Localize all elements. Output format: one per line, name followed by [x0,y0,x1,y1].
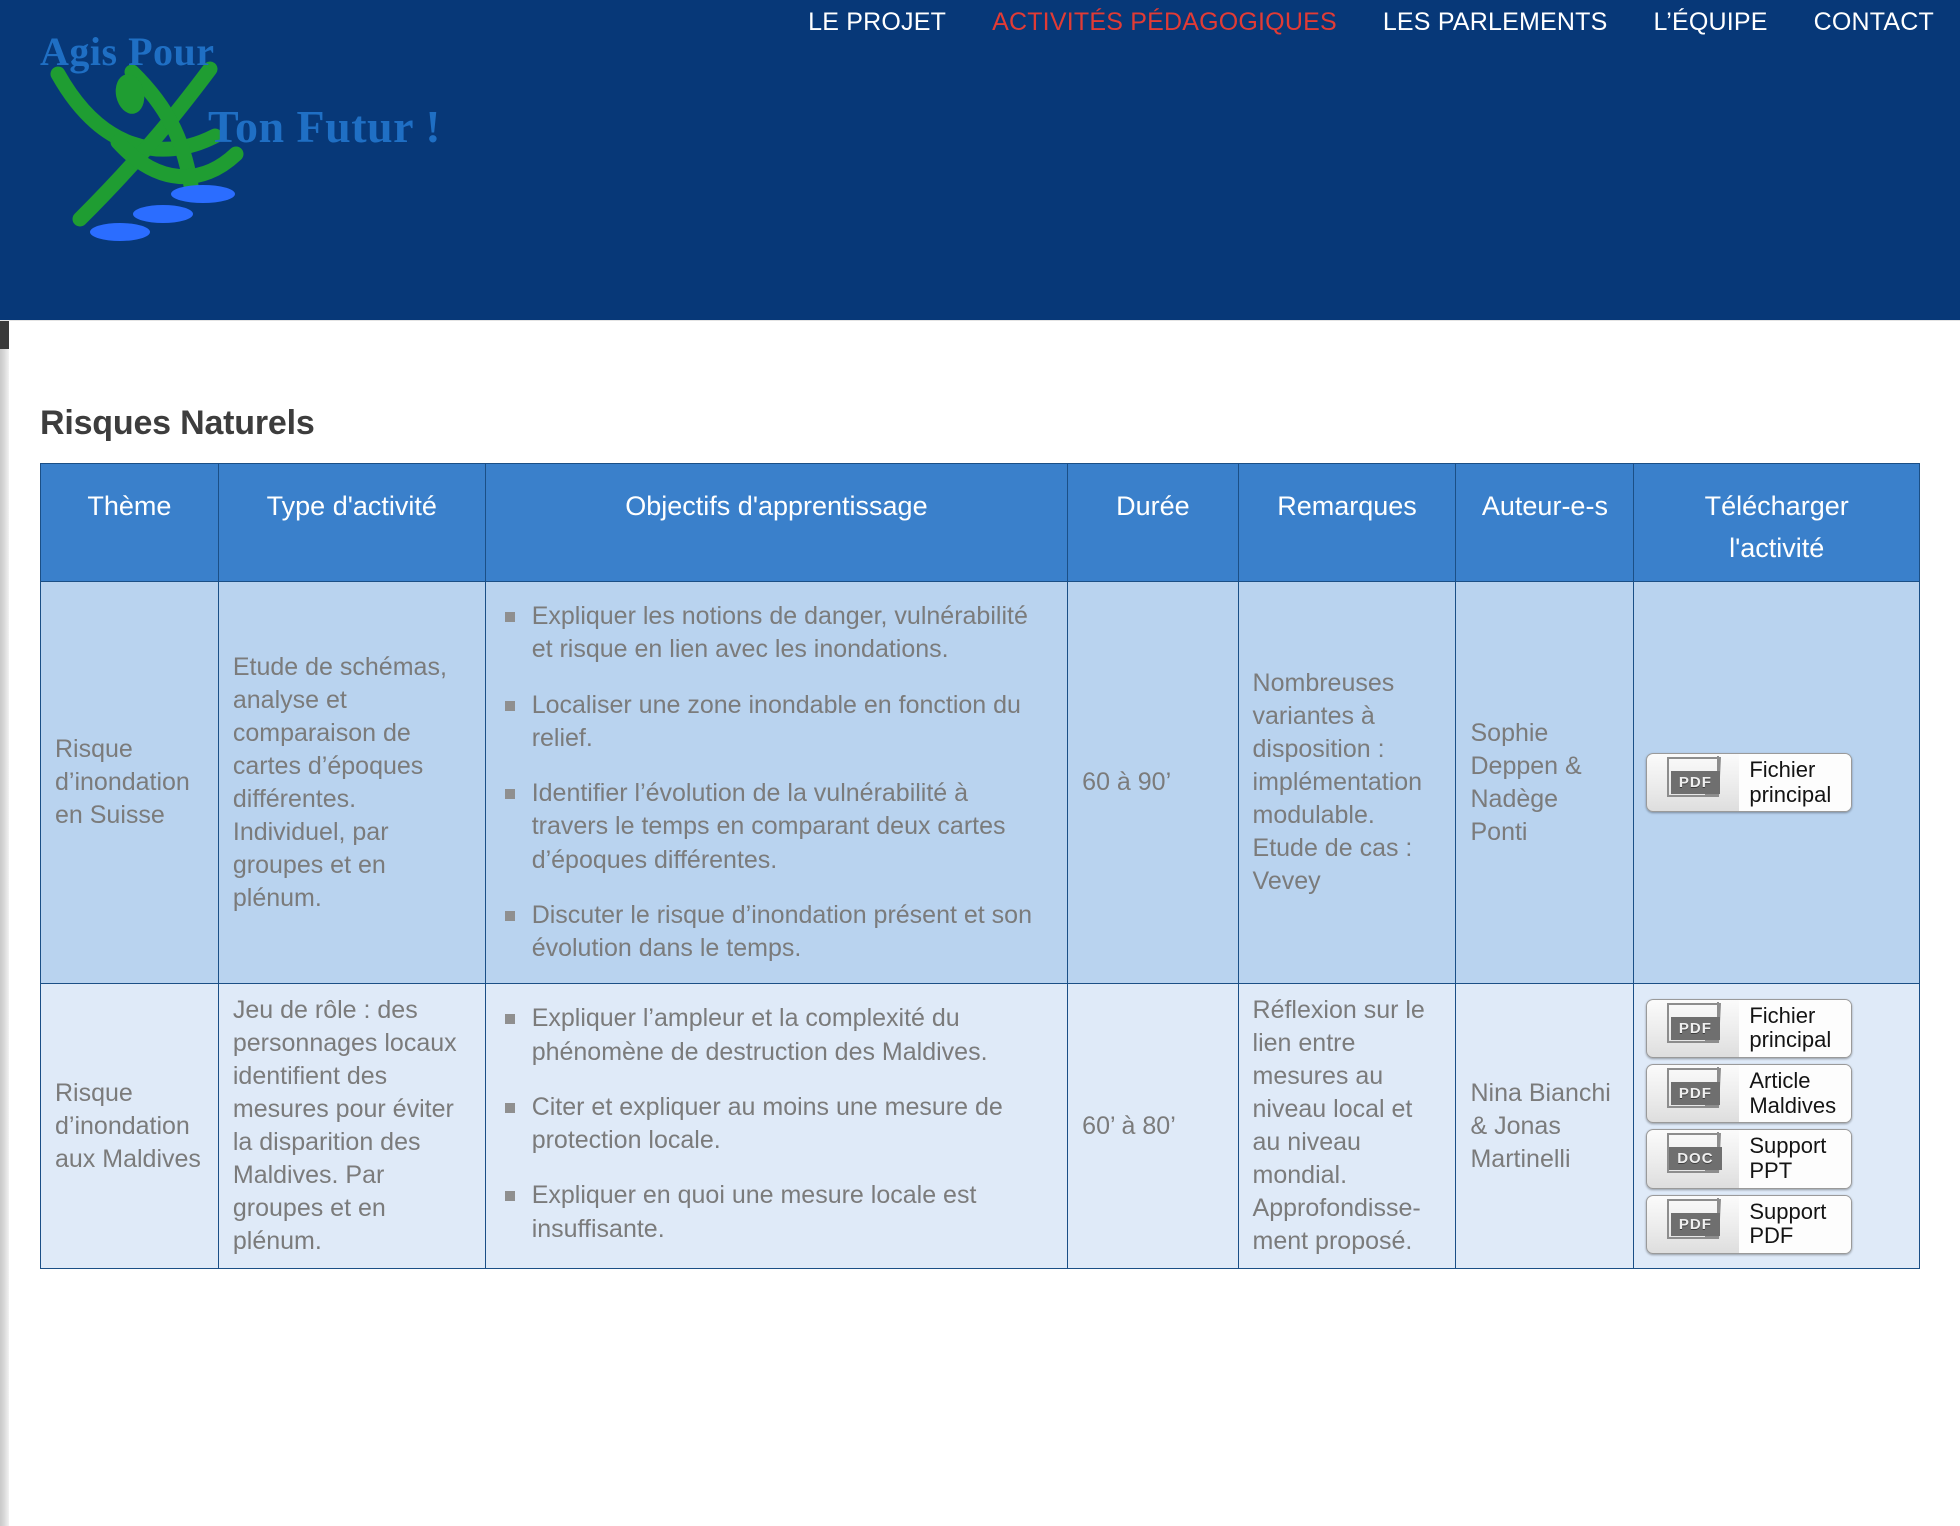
site-header: Agis Pour Ton Futur ! LE PROJET ACTIVITÉ… [0,0,1960,320]
cell-objectifs: Expliquer l’ampleur et la complexité du … [484,983,1069,1270]
download-button-label: Support PDF [1739,1195,1852,1253]
objectives-list: Expliquer les notions de danger, vulnéra… [486,582,1067,983]
column-header-remarques: Remarques [1237,463,1457,582]
page-content: Risques Naturels Thème Type d'activité O… [0,320,1960,1526]
cell-telechargements: PDF Fichier principal [1633,580,1920,985]
file-pdf-icon: PDF [1647,1000,1739,1057]
file-type-tag: PDF [1670,1016,1720,1040]
download-button-label: Fichier principal [1739,754,1852,812]
cell-telechargements: PDF Fichier principal PDF Article Maldiv… [1633,983,1920,1270]
table-row: Risque d’inondation en Suisse Etude de s… [40,580,1920,985]
file-type-tag: DOC [1669,1147,1722,1171]
download-button[interactable]: PDF Article Maldives [1646,1064,1853,1124]
file-type-tag: PDF [1670,1082,1720,1106]
cell-remarques: Nombreuses variantes à disposition : imp… [1237,580,1457,985]
table-header-row: Thème Type d'activité Objectifs d'appren… [40,463,1920,582]
duree-text: 60’ à 80’ [1082,1111,1176,1140]
scrollbar-thumb[interactable] [0,321,9,349]
download-button-label: Fichier principal [1739,999,1852,1057]
download-button-group: PDF Fichier principal PDF Article Maldiv… [1634,989,1919,1264]
cell-auteurs: Nina Bianchi & Jonas Martinelli [1455,983,1635,1270]
column-header-telecharger-line1: Télécharger [1704,491,1849,521]
activities-table: Thème Type d'activité Objectifs d'appren… [40,463,1920,1270]
logo-text-line2: Ton Futur ! [208,101,442,152]
objective-item: Citer et expliquer au moins une mesure d… [504,1091,1051,1158]
download-button[interactable]: PDF Fichier principal [1646,753,1853,813]
objective-item: Discuter le risque d’inondation présent … [504,899,1051,966]
site-logo[interactable]: Agis Pour Ton Futur ! [40,14,460,244]
file-pdf-icon: PDF [1647,754,1739,811]
cell-objectifs: Expliquer les notions de danger, vulnéra… [484,580,1069,985]
column-header-theme: Thème [40,463,219,582]
objective-item: Expliquer en quoi une mesure locale est … [504,1179,1051,1246]
cell-theme: Risque d’inondation en Suisse [40,580,219,985]
nav-item-activites-pedagogiques[interactable]: ACTIVITÉS PÉDAGOGIQUES [992,8,1337,37]
file-type-tag: PDF [1670,771,1720,795]
objective-item: Localiser une zone inondable en fonction… [504,689,1051,756]
page-title: Risques Naturels [40,403,315,442]
table-body: Risque d’inondation en Suisse Etude de s… [40,580,1920,1270]
cell-theme: Risque d’inondation aux Maldives [40,983,219,1270]
download-button-group: PDF Fichier principal [1634,743,1919,822]
column-header-duree: Durée [1067,463,1239,582]
download-button-label: Article Maldives [1739,1065,1852,1123]
column-header-telecharger: Télécharger l'activité [1633,463,1920,582]
main-navigation: LE PROJET ACTIVITÉS PÉDAGOGIQUES LES PAR… [808,8,1934,37]
logo-text-line1: Agis Pour [40,29,215,74]
type-text: Jeu de rôle : des personnages locaux ide… [232,996,457,1256]
download-button[interactable]: PDF Support PDF [1646,1194,1853,1254]
cell-auteurs: Sophie Deppen & Nadège Ponti [1455,580,1635,985]
objective-item: Identifier l’évolution de la vulnérabili… [504,777,1051,877]
file-pdf-icon: PDF [1647,1196,1739,1253]
column-header-telecharger-line2: l'activité [1729,532,1825,563]
column-header-objectifs: Objectifs d'apprentissage [484,463,1069,582]
remarques-text: Réflexion sur le lien entre mesures au n… [1252,996,1425,1256]
cell-duree: 60 à 90’ [1067,580,1239,985]
objectives-list: Expliquer l’ampleur et la complexité du … [486,984,1067,1264]
auteurs-text: Sophie Deppen & Nadège Ponti [1470,718,1582,846]
objective-item: Expliquer les notions de danger, vulnéra… [504,600,1051,667]
table-header: Thème Type d'activité Objectifs d'appren… [40,463,1920,582]
nav-item-le-projet[interactable]: LE PROJET [808,8,946,37]
theme-text: Risque d’inondation aux Maldives [55,1078,201,1173]
cell-duree: 60’ à 80’ [1067,983,1239,1270]
nav-item-lequipe[interactable]: L’ÉQUIPE [1653,8,1767,37]
auteurs-text: Nina Bianchi & Jonas Martinelli [1470,1078,1611,1173]
file-pdf-icon: PDF [1647,1065,1739,1122]
column-header-auteurs: Auteur-e-s [1455,463,1635,582]
objective-item: Expliquer l’ampleur et la complexité du … [504,1002,1051,1069]
nav-item-contact[interactable]: CONTACT [1814,8,1934,37]
cell-type: Jeu de rôle : des personnages locaux ide… [217,983,486,1270]
table-row: Risque d’inondation aux Maldives Jeu de … [40,983,1920,1270]
cell-type: Etude de schémas, analyse et comparaison… [217,580,486,985]
duree-text: 60 à 90’ [1082,768,1172,797]
remarques-text: Nombreuses variantes à disposition : imp… [1252,669,1423,896]
download-button[interactable]: DOC Support PPT [1646,1129,1853,1189]
file-type-tag: PDF [1670,1212,1720,1236]
download-button-label: Support PPT [1739,1130,1852,1188]
page-left-scrollbar[interactable] [0,321,9,1526]
file-doc-icon: DOC [1647,1130,1739,1187]
cell-remarques: Réflexion sur le lien entre mesures au n… [1237,983,1457,1270]
nav-item-les-parlements[interactable]: LES PARLEMENTS [1383,8,1608,37]
download-button[interactable]: PDF Fichier principal [1646,998,1853,1058]
type-text: Etude de schémas, analyse et comparaison… [232,652,447,912]
theme-text: Risque d’inondation en Suisse [55,735,190,830]
column-header-type: Type d'activité [217,463,486,582]
